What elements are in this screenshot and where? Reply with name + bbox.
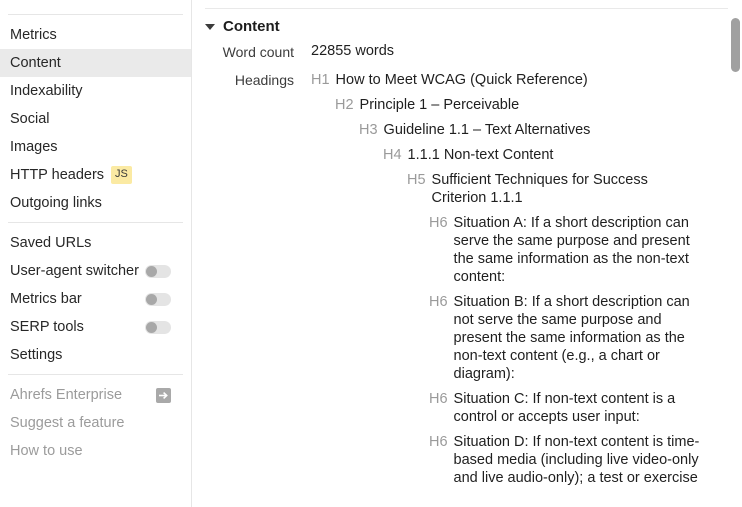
sidebar-item-label: User-agent switcher: [10, 263, 139, 279]
sidebar-item-label: Metrics: [10, 27, 57, 43]
sidebar-item-label: How to use: [10, 443, 83, 459]
heading-item: H6 Situation B: If a short description ca…: [429, 293, 701, 383]
toggle-switch-off[interactable]: [145, 264, 171, 278]
toggle-switch-off[interactable]: [145, 292, 171, 306]
toggle-knob: [146, 293, 157, 305]
sidebar-tools-group: Saved URLs User-agent switcher Metrics bar…: [0, 229, 191, 369]
heading-item: H3 Guideline 1.1 – Text Alternatives: [359, 121, 701, 139]
sidebar-item-indexability[interactable]: Indexability: [0, 77, 191, 105]
heading-text: How to Meet WCAG (Quick Reference): [335, 72, 588, 88]
heading-tag: H5: [407, 172, 426, 188]
sidebar: Metrics Content Indexability Social Images HT…: [0, 0, 192, 507]
toggle-knob: [146, 265, 157, 277]
sidebar-item-label: Images: [10, 139, 58, 155]
sidebar-item-metrics-bar[interactable]: Metrics bar: [0, 285, 191, 313]
sidebar-divider-bottom: [8, 374, 183, 375]
sidebar-item-label: Metrics bar: [10, 291, 82, 307]
heading-tag: H6: [429, 294, 448, 310]
heading-text: Situation C: If non-text content is a co…: [453, 391, 676, 425]
sidebar-item-label: HTTP headers: [10, 167, 105, 183]
heading-item: H6 Situation C: If non-text content is a …: [429, 390, 701, 426]
sidebar-item-how-to-use[interactable]: How to use: [0, 437, 191, 465]
heading-item: H4 1.1.1 Non-text Content: [383, 146, 701, 164]
sidebar-item-label: Social: [10, 111, 50, 127]
main-content: Content Word count 22855 words Headings …: [192, 0, 742, 507]
heading-item: H6 Situation A: If a short description ca…: [429, 214, 701, 286]
sidebar-divider-middle: [8, 222, 183, 223]
sidebar-item-ahrefs-enterprise[interactable]: Ahrefs Enterprise: [0, 381, 191, 409]
sidebar-item-settings[interactable]: Settings: [0, 341, 191, 369]
sidebar-item-images[interactable]: Images: [0, 133, 191, 161]
extension-panel: Metrics Content Indexability Social Images HT…: [0, 0, 742, 507]
main-header-divider: [205, 8, 737, 9]
word-count-label: Word count: [222, 44, 294, 60]
heading-text: Sufficient Techniques for Success Criter…: [431, 172, 648, 206]
toggle-switch-off[interactable]: [145, 320, 171, 334]
page-title: Content: [223, 18, 280, 35]
sidebar-item-label: Saved URLs: [10, 235, 92, 251]
toggle-knob: [146, 321, 157, 333]
main-top-clipped-text: [192, 0, 742, 8]
heading-tag: H3: [359, 122, 378, 138]
sidebar-item-label: Indexability: [10, 83, 83, 99]
sidebar-divider-top: [8, 14, 183, 15]
heading-text: Situation A: If a short description can …: [453, 215, 690, 285]
heading-item: H1 How to Meet WCAG (Quick Reference): [311, 71, 701, 89]
heading-item: H5 Sufficient Techniques for Success Crit…: [407, 171, 683, 207]
external-link-icon[interactable]: [156, 387, 171, 403]
vertical-scrollbar-thumb[interactable]: [731, 18, 740, 72]
js-badge: JS: [111, 166, 132, 184]
heading-text: Principle 1 – Perceivable: [359, 97, 520, 113]
sidebar-item-saved-urls[interactable]: Saved URLs: [0, 229, 191, 257]
sidebar-item-label: Ahrefs Enterprise: [10, 387, 123, 403]
heading-tag: H2: [335, 97, 354, 113]
heading-tag: H4: [383, 147, 402, 163]
sidebar-item-label: Outgoing links: [10, 195, 102, 211]
sidebar-footer-group: Ahrefs Enterprise Suggest a feature How to…: [0, 381, 191, 465]
chevron-down-icon[interactable]: [205, 23, 215, 30]
sidebar-top-spacer: [0, 0, 191, 8]
sidebar-item-outgoing-links[interactable]: Outgoing links: [0, 189, 191, 217]
sidebar-item-label: Settings: [10, 347, 63, 363]
heading-text: Situation B: If a short description can …: [453, 294, 690, 382]
heading-text: Situation D: If non-text content is time…: [453, 434, 700, 486]
heading-item: H6 Situation D: If non-text content is ti…: [429, 433, 701, 487]
headings-list: H1 How to Meet WCAG (Quick Reference) H2 Pr…: [311, 71, 701, 494]
content-section-header[interactable]: Content: [205, 18, 742, 35]
sidebar-nav-group: Metrics Content Indexability Social Images HT…: [0, 21, 191, 217]
heading-tag: H6: [429, 215, 448, 231]
heading-tag: H6: [429, 391, 448, 407]
headings-row: Headings H1 How to Meet WCAG (Quick Refer…: [192, 71, 742, 494]
word-count-row: Word count 22855 words: [192, 43, 742, 60]
sidebar-item-http-headers[interactable]: HTTP headers JS: [0, 161, 191, 189]
heading-tag: H6: [429, 434, 448, 450]
heading-item: H2 Principle 1 – Perceivable: [335, 96, 701, 114]
sidebar-item-social[interactable]: Social: [0, 105, 191, 133]
sidebar-item-metrics[interactable]: Metrics: [0, 21, 191, 49]
heading-text: 1.1.1 Non-text Content: [407, 147, 554, 163]
sidebar-item-content[interactable]: Content: [0, 49, 191, 77]
sidebar-item-serp-tools[interactable]: SERP tools: [0, 313, 191, 341]
sidebar-item-label: Content: [10, 55, 61, 71]
word-count-value: 22855 words: [311, 43, 395, 59]
sidebar-item-label: SERP tools: [10, 319, 84, 335]
headings-label: Headings: [234, 72, 294, 88]
vertical-scrollbar-track[interactable]: [728, 0, 742, 507]
content-rows: Word count 22855 words Headings H1 How to…: [192, 43, 742, 494]
heading-tag: H1: [311, 72, 330, 88]
sidebar-item-label: Suggest a feature: [10, 415, 125, 431]
heading-text: Guideline 1.1 – Text Alternatives: [383, 122, 591, 138]
sidebar-item-user-agent-switcher[interactable]: User-agent switcher: [0, 257, 191, 285]
sidebar-item-suggest-a-feature[interactable]: Suggest a feature: [0, 409, 191, 437]
